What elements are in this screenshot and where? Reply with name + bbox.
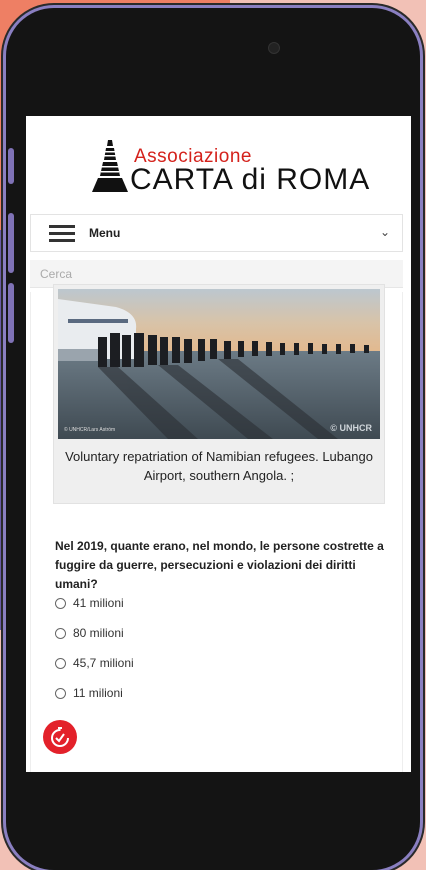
quiz-option[interactable]: 45,7 milioni — [55, 654, 134, 672]
hamburger-icon[interactable] — [49, 225, 75, 242]
radio-button[interactable] — [55, 597, 66, 609]
photo-card: © UNHCR/Lars Astróm © UNHCR Voluntary re… — [53, 284, 385, 504]
photo-caption: Voluntary repatriation of Namibian refug… — [65, 449, 373, 483]
quiz-question: Nel 2019, quante erano, nel mondo, le pe… — [55, 539, 384, 591]
logo-title: CARTA di ROMA — [130, 163, 371, 196]
photo-credit: © UNHCR/Lars Astróm — [64, 427, 116, 433]
quiz-option[interactable]: 11 milioni — [55, 684, 123, 702]
camera-icon — [268, 42, 280, 54]
option-label: 11 milioni — [73, 686, 123, 700]
menu-label[interactable]: Menu — [89, 226, 120, 240]
menu-bar[interactable]: Menu ⌄ — [30, 214, 403, 252]
tower-logo-icon — [92, 140, 128, 192]
phone-side-button — [8, 283, 14, 343]
option-label: 41 milioni — [73, 596, 124, 610]
photo-watermark: © UNHCR — [330, 423, 372, 433]
option-label: 45,7 milioni — [73, 656, 134, 670]
stopwatch-check-icon — [51, 727, 69, 747]
quiz-option[interactable]: 41 milioni — [55, 594, 124, 612]
quiz-option[interactable]: 80 milioni — [55, 624, 124, 642]
chevron-down-icon[interactable]: ⌄ — [380, 225, 390, 239]
radio-button[interactable] — [55, 687, 66, 699]
phone-screen: Associazione CARTA di ROMA Menu ⌄ Cerca … — [26, 116, 411, 772]
radio-button[interactable] — [55, 657, 66, 669]
refugees-photo: © UNHCR/Lars Astróm © UNHCR — [58, 289, 380, 439]
phone-side-button — [8, 213, 14, 273]
main-content: © UNHCR/Lars Astróm © UNHCR Voluntary re… — [30, 284, 403, 772]
radio-button[interactable] — [55, 627, 66, 639]
option-label: 80 milioni — [73, 626, 124, 640]
phone-side-button — [8, 148, 14, 184]
site-header: Associazione CARTA di ROMA — [26, 116, 411, 212]
quiz-timer-button[interactable] — [43, 720, 77, 754]
